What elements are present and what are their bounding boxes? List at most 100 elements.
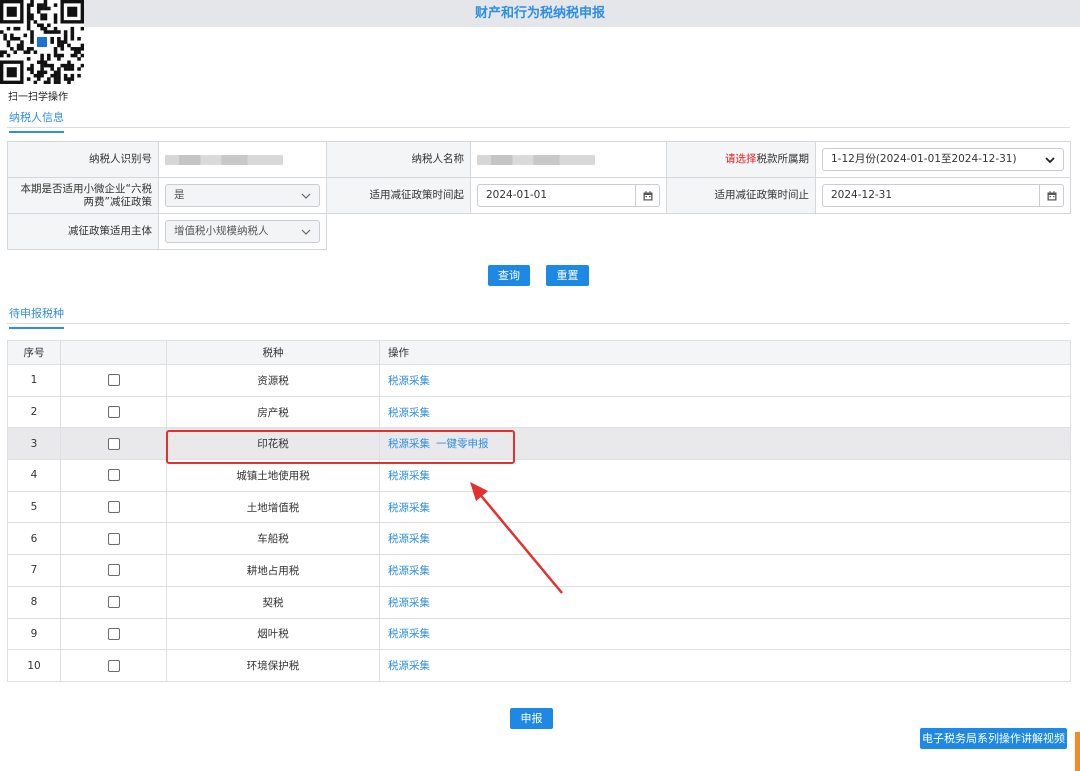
- row-ops: 税源采集: [379, 585, 1071, 619]
- qr-code: [0, 0, 84, 84]
- source-collect-link[interactable]: 税源采集: [388, 660, 430, 672]
- header-ops: 操作: [379, 340, 1071, 365]
- table-row: 1 资源税 税源采集: [7, 364, 1071, 397]
- row-seq: 5: [7, 490, 61, 524]
- source-collect-link[interactable]: 税源采集: [388, 438, 430, 450]
- row-seq: 9: [7, 617, 61, 651]
- row-checkbox[interactable]: [107, 627, 120, 640]
- row-checkbox[interactable]: [107, 532, 120, 545]
- qr-caption: 扫一扫学操作: [8, 92, 68, 103]
- source-collect-link[interactable]: 税源采集: [388, 533, 430, 545]
- masked-text: [165, 155, 283, 165]
- qr-code-icon: [0, 0, 84, 84]
- row-seq: 4: [7, 459, 61, 492]
- query-button[interactable]: 查询: [488, 265, 530, 286]
- calendar-icon[interactable]: [635, 185, 659, 206]
- source-collect-link[interactable]: 税源采集: [388, 628, 430, 640]
- row-checkbox[interactable]: [107, 596, 120, 609]
- row-tax-name: 环境保护税: [166, 649, 380, 682]
- row-tax-name: 资源税: [166, 364, 380, 397]
- tab-taxpayer-info[interactable]: 纳税人信息: [9, 109, 64, 133]
- row-tax-name: 土地增值税: [166, 490, 380, 524]
- row-checkbox[interactable]: [107, 437, 120, 450]
- declare-button[interactable]: 申报: [510, 708, 553, 729]
- source-collect-link[interactable]: 税源采集: [388, 565, 430, 577]
- source-collect-link[interactable]: 税源采集: [388, 470, 430, 482]
- row-tax-name: 烟叶税: [166, 617, 380, 651]
- header-check: [60, 340, 167, 365]
- row-seq: 10: [7, 649, 61, 682]
- source-collect-link[interactable]: 税源采集: [388, 597, 430, 609]
- row-ops: 税源采集: [379, 522, 1071, 556]
- table-row: 8 契税 税源采集: [7, 585, 1071, 619]
- table-row: 3 印花税 税源采集 一键零申报: [7, 427, 1071, 461]
- row-seq: 2: [7, 395, 61, 429]
- page-title: 财产和行为税纳税申报: [474, 6, 605, 21]
- row-checkbox-cell: [60, 364, 167, 397]
- row-tax-name: 城镇土地使用税: [166, 459, 380, 492]
- row-seq: 1: [7, 364, 61, 397]
- taxpayer-id-value: [158, 141, 327, 178]
- row-seq: 3: [7, 427, 61, 461]
- calendar-icon[interactable]: [1039, 185, 1063, 206]
- period-label: 请选择税款所属期: [666, 141, 816, 178]
- taxpayer-id-label: 纳税人识别号: [7, 141, 159, 178]
- row-tax-name: 房产税: [166, 395, 380, 429]
- table-row: 5 土地增值税 税源采集: [7, 490, 1071, 524]
- row-checkbox[interactable]: [107, 564, 120, 577]
- zero-declare-link[interactable]: 一键零申报: [436, 438, 489, 450]
- source-collect-link[interactable]: 税源采集: [388, 375, 430, 387]
- policy-end-label: 适用减征政策时间止: [666, 177, 816, 214]
- pending-tax-table: 序号 税种 操作 1 资源税 税源采集 2 房产税 税源采集 3 印花税 税源采集 一键零申报 4 城…: [7, 340, 1071, 682]
- row-ops: 税源采集: [379, 554, 1071, 587]
- table-row: 9 烟叶税 税源采集: [7, 617, 1071, 651]
- divider: [7, 323, 1070, 324]
- row-checkbox-cell: [60, 585, 167, 619]
- table-row: 7 耕地占用税 税源采集: [7, 554, 1071, 587]
- row-ops: 税源采集: [379, 617, 1071, 651]
- row-tax-name: 耕地占用税: [166, 554, 380, 587]
- row-ops: 税源采集: [379, 459, 1071, 492]
- row-seq: 6: [7, 522, 61, 556]
- taxpayer-name-label: 纳税人名称: [326, 141, 471, 178]
- row-seq: 7: [7, 554, 61, 587]
- row-checkbox-cell: [60, 459, 167, 492]
- policy-end-date[interactable]: 2024-12-31: [822, 184, 1064, 207]
- masked-text: [477, 155, 595, 165]
- policy-start-label: 适用减征政策时间起: [326, 177, 471, 214]
- row-checkbox-cell: [60, 522, 167, 556]
- chevron-down-icon: [1045, 157, 1055, 164]
- row-tax-name: 印花税: [166, 427, 380, 461]
- table-row: 6 车船税 税源采集: [7, 522, 1071, 556]
- reset-button[interactable]: 重置: [546, 265, 589, 286]
- row-ops: 税源采集: [379, 364, 1071, 397]
- tutorial-video-button[interactable]: 电子税务局系列操作讲解视频: [920, 728, 1067, 749]
- row-ops: 税源采集: [379, 649, 1071, 682]
- header-tax: 税种: [166, 340, 380, 365]
- chevron-down-icon: [301, 193, 311, 199]
- row-ops: 税源采集 一键零申报: [379, 427, 1071, 461]
- row-checkbox-cell: [60, 617, 167, 651]
- subject-select[interactable]: 增值税小规模纳税人: [165, 220, 320, 243]
- taxpayer-info-form: 纳税人识别号 纳税人名称 请选择税款所属期 1-12月份(2024-01-01至…: [7, 141, 1071, 250]
- row-checkbox[interactable]: [107, 374, 120, 387]
- period-select[interactable]: 1-12月份(2024-01-01至2024-12-31): [822, 148, 1064, 171]
- table-row: 4 城镇土地使用税 税源采集: [7, 459, 1071, 492]
- policy-start-date[interactable]: 2024-01-01: [477, 184, 660, 207]
- side-float-tab[interactable]: [1075, 732, 1080, 771]
- row-checkbox-cell: [60, 395, 167, 429]
- tab-pending-taxes[interactable]: 待申报税种: [9, 305, 64, 329]
- source-collect-link[interactable]: 税源采集: [388, 407, 430, 419]
- source-collect-link[interactable]: 税源采集: [388, 502, 430, 514]
- small-micro-select[interactable]: 是: [165, 184, 320, 207]
- row-checkbox-cell: [60, 649, 167, 682]
- row-checkbox-cell: [60, 490, 167, 524]
- chevron-down-icon: [301, 229, 311, 235]
- table-row: 10 环境保护税 税源采集: [7, 649, 1071, 682]
- row-seq: 8: [7, 585, 61, 619]
- row-checkbox[interactable]: [107, 469, 120, 482]
- row-checkbox[interactable]: [107, 406, 120, 419]
- row-checkbox[interactable]: [107, 501, 120, 514]
- divider: [7, 127, 1070, 128]
- row-checkbox[interactable]: [107, 659, 120, 672]
